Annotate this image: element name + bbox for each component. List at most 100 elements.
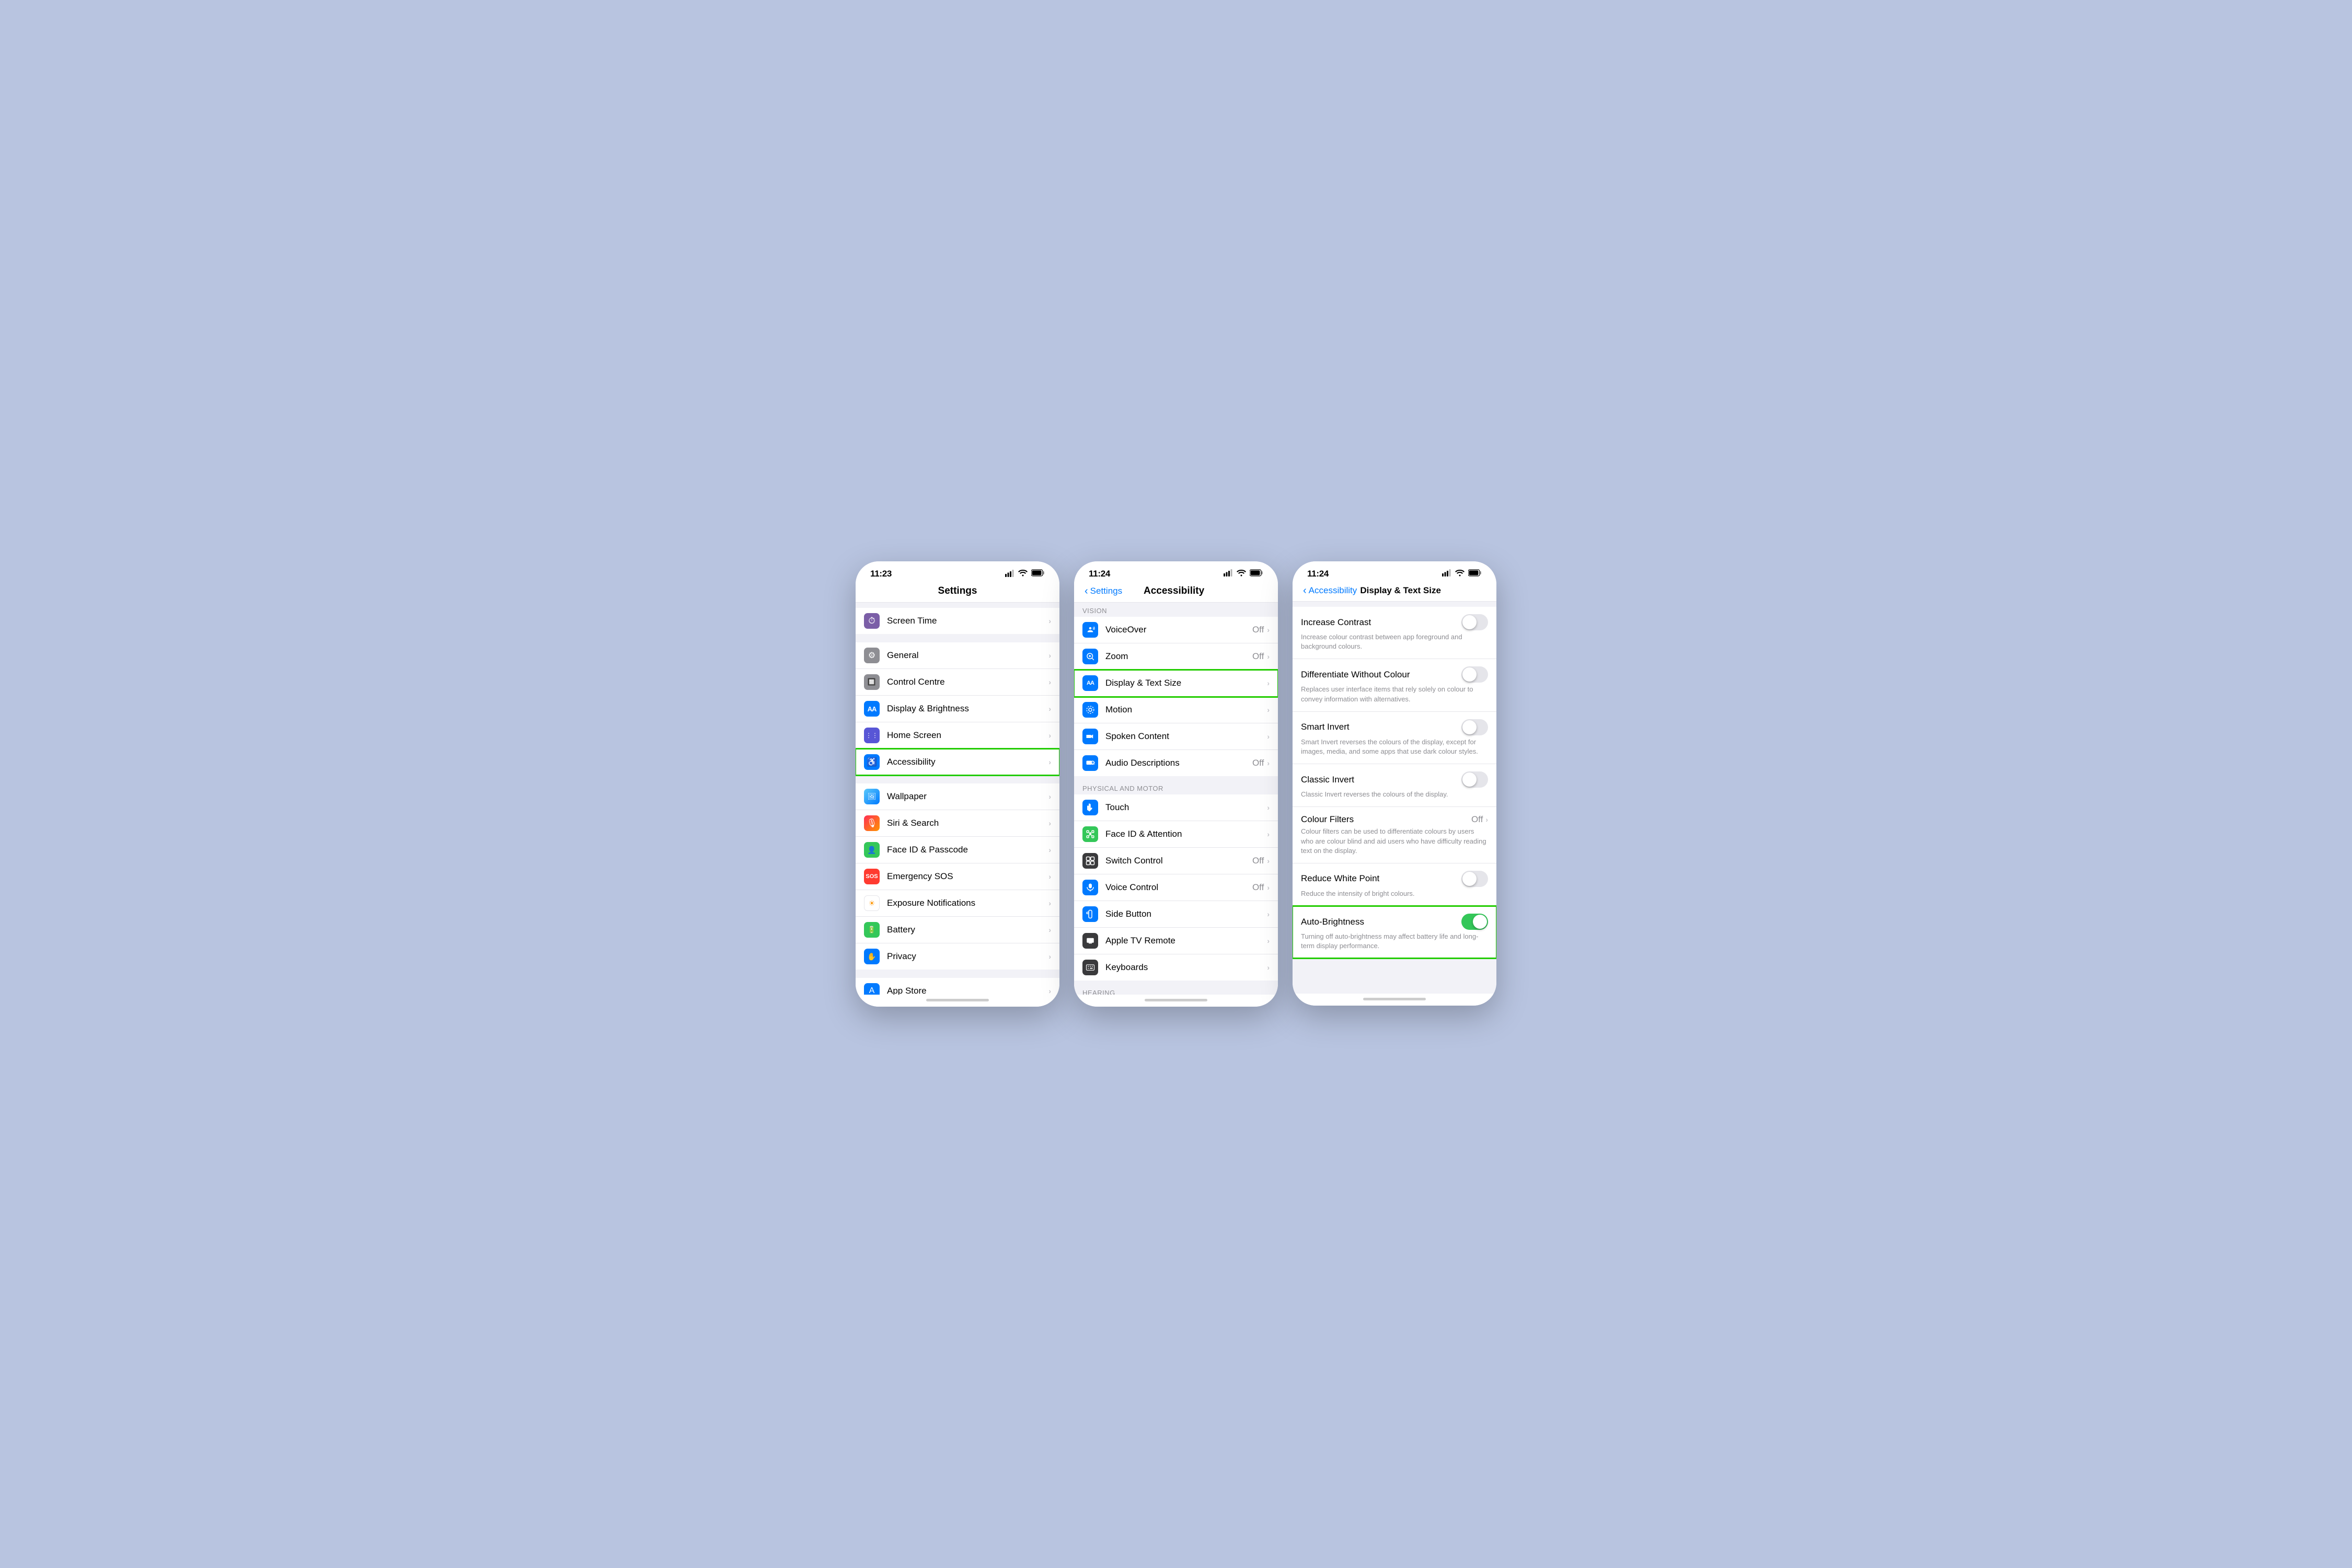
face-id-attention-label: Face ID & Attention <box>1105 829 1267 839</box>
settings-item-emergency-sos[interactable]: SOS Emergency SOS › <box>856 863 1059 890</box>
nav-with-back-3: ‹ Accessibility Display & Text Size <box>1303 585 1486 596</box>
touch-icon <box>1082 800 1098 815</box>
privacy-icon: ✋ <box>864 949 880 964</box>
acc-item-apple-tv[interactable]: Apple TV Remote › <box>1074 928 1278 954</box>
display-panel[interactable]: Increase Contrast Increase colour contra… <box>1293 602 1496 994</box>
signal-icon-3 <box>1442 569 1451 579</box>
apple-tv-icon <box>1082 933 1098 949</box>
nav-bar-2: ‹ Settings Accessibility <box>1074 583 1278 603</box>
home-indicator-3 <box>1293 994 1496 1006</box>
display-item-colour-filters[interactable]: Colour Filters Off › Colour filters can … <box>1293 807 1496 863</box>
reduce-white-point-toggle[interactable] <box>1461 871 1488 887</box>
signal-icon-1 <box>1005 570 1014 579</box>
motion-label: Motion <box>1105 705 1267 715</box>
back-button-3[interactable]: ‹ Accessibility <box>1303 585 1357 596</box>
colour-filters-desc: Colour filters can be used to differenti… <box>1301 827 1488 856</box>
display-item-auto-brightness[interactable]: Auto-Brightness Turning off auto-brightn… <box>1293 906 1496 958</box>
settings-item-app-store[interactable]: A App Store › <box>856 978 1059 995</box>
home-bar-3 <box>1363 998 1426 1000</box>
status-bar-3: 11:24 <box>1293 561 1496 583</box>
auto-brightness-label: Auto-Brightness <box>1301 917 1364 927</box>
voiceover-label: VoiceOver <box>1105 625 1252 635</box>
increase-contrast-label: Increase Contrast <box>1301 617 1371 628</box>
display-item-smart-invert[interactable]: Smart Invert Smart Invert reverses the c… <box>1293 712 1496 764</box>
back-chevron-3: ‹ <box>1303 585 1307 596</box>
acc-item-switch-control[interactable]: Switch Control Off › <box>1074 848 1278 874</box>
acc-item-voice-control[interactable]: Voice Control Off › <box>1074 874 1278 901</box>
acc-item-display-text-size[interactable]: AA Display & Text Size › <box>1074 670 1278 697</box>
smart-invert-desc: Smart Invert reverses the colours of the… <box>1301 737 1488 756</box>
differentiate-toggle[interactable] <box>1461 666 1488 683</box>
audio-desc-icon: AD <box>1082 755 1098 771</box>
settings-item-control-centre[interactable]: 🔲 Control Centre › <box>856 669 1059 696</box>
status-icons-1 <box>1005 569 1045 579</box>
voice-control-icon <box>1082 880 1098 895</box>
acc-item-keyboards[interactable]: Keyboards › <box>1074 954 1278 981</box>
nav-bar-3: ‹ Accessibility Display & Text Size <box>1293 583 1496 602</box>
increase-contrast-desc: Increase colour contrast between app for… <box>1301 632 1488 651</box>
increase-contrast-toggle[interactable] <box>1461 614 1488 630</box>
settings-item-accessibility[interactable]: ♿ Accessibility › <box>856 749 1059 775</box>
screen-time-icon: ⏱ <box>864 613 880 629</box>
chevron-zoom: › <box>1267 652 1270 661</box>
settings-item-face-id[interactable]: 👤 Face ID & Passcode › <box>856 837 1059 863</box>
accessibility-list[interactable]: VISION VoiceOver Off › Zoom Off › <box>1074 603 1278 995</box>
audio-desc-value: Off <box>1252 758 1264 768</box>
emergency-sos-label: Emergency SOS <box>887 871 1048 882</box>
status-time-1: 11:23 <box>870 569 892 579</box>
spoken-content-label: Spoken Content <box>1105 731 1267 742</box>
back-button-2[interactable]: ‹ Settings <box>1085 586 1122 596</box>
display-item-reduce-white-point[interactable]: Reduce White Point Reduce the intensity … <box>1293 863 1496 906</box>
classic-invert-desc: Classic Invert reverses the colours of t… <box>1301 790 1488 799</box>
settings-item-battery[interactable]: 🔋 Battery › <box>856 917 1059 943</box>
display-item-increase-contrast[interactable]: Increase Contrast Increase colour contra… <box>1293 607 1496 659</box>
settings-item-siri[interactable]: 🎙 Siri & Search › <box>856 810 1059 837</box>
acc-item-audio-desc[interactable]: AD Audio Descriptions Off › <box>1074 750 1278 776</box>
acc-item-zoom[interactable]: Zoom Off › <box>1074 643 1278 670</box>
display-brightness-icon: AA <box>864 701 880 717</box>
status-icons-3 <box>1442 569 1482 579</box>
voice-control-value: Off <box>1252 882 1264 893</box>
settings-item-screen-time[interactable]: ⏱ Screen Time › <box>856 608 1059 634</box>
acc-item-voiceover[interactable]: VoiceOver Off › <box>1074 617 1278 643</box>
emergency-sos-icon: SOS <box>864 869 880 884</box>
smart-invert-toggle[interactable] <box>1461 719 1488 735</box>
settings-item-general[interactable]: ⚙ General › <box>856 642 1059 669</box>
classic-invert-toggle[interactable] <box>1461 771 1488 788</box>
phones-container: 11:23 Settings ⏱ Screen <box>856 561 1496 1007</box>
chevron-display: › <box>1048 705 1051 713</box>
auto-brightness-toggle[interactable] <box>1461 914 1488 930</box>
colour-filters-label: Colour Filters <box>1301 814 1354 825</box>
smart-invert-row: Smart Invert <box>1301 719 1488 735</box>
status-time-3: 11:24 <box>1307 569 1329 579</box>
chevron-motion: › <box>1267 706 1270 714</box>
settings-item-display-brightness[interactable]: AA Display & Brightness › <box>856 696 1059 722</box>
acc-item-touch[interactable]: Touch › <box>1074 794 1278 821</box>
exposure-icon: ☀ <box>864 895 880 911</box>
settings-item-wallpaper[interactable]: 🖼 Wallpaper › <box>856 783 1059 810</box>
control-centre-icon: 🔲 <box>864 674 880 690</box>
settings-list[interactable]: ⏱ Screen Time › ⚙ General › 🔲 Control Ce… <box>856 603 1059 995</box>
display-item-classic-invert[interactable]: Classic Invert Classic Invert reverses t… <box>1293 764 1496 807</box>
classic-invert-row: Classic Invert <box>1301 771 1488 788</box>
screen-time-label: Screen Time <box>887 616 1048 626</box>
apple-tv-label: Apple TV Remote <box>1105 936 1267 946</box>
acc-item-side-button[interactable]: Side Button › <box>1074 901 1278 928</box>
display-item-differentiate[interactable]: Differentiate Without Colour Replaces us… <box>1293 659 1496 711</box>
app-store-icon: A <box>864 983 880 995</box>
auto-brightness-row: Auto-Brightness <box>1301 914 1488 930</box>
chevron-touch: › <box>1267 803 1270 812</box>
accessibility-label: Accessibility <box>887 757 1048 767</box>
chevron-side: › <box>1267 910 1270 918</box>
acc-item-motion[interactable]: Motion › <box>1074 697 1278 723</box>
acc-item-spoken-content[interactable]: Spoken Content › <box>1074 723 1278 750</box>
touch-label: Touch <box>1105 802 1267 813</box>
back-label-3: Accessibility <box>1309 585 1357 596</box>
settings-item-home-screen[interactable]: ⋮⋮ Home Screen › <box>856 722 1059 749</box>
acc-item-face-id-attention[interactable]: Face ID & Attention › <box>1074 821 1278 848</box>
settings-item-exposure[interactable]: ☀ Exposure Notifications › <box>856 890 1059 917</box>
colour-filters-value: Off <box>1471 814 1483 825</box>
differentiate-label: Differentiate Without Colour <box>1301 670 1410 680</box>
display-text-icon: AA <box>1082 675 1098 691</box>
settings-item-privacy[interactable]: ✋ Privacy › <box>856 943 1059 970</box>
